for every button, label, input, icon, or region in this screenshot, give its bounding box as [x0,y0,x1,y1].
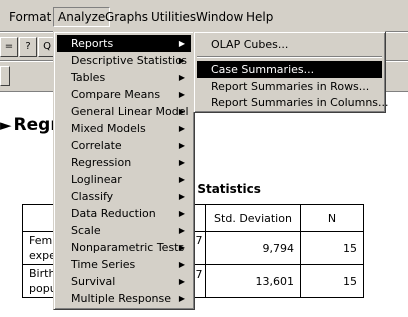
table-cell: 13,601 [205,264,301,298]
row-label-line: Fem [29,234,53,247]
menu-window[interactable]: Window [193,8,246,26]
submenu-arrow-icon: ▶ [178,294,185,303]
menu-item-mixed-models[interactable]: Mixed Models ▶ [57,120,191,137]
submenu-arrow-icon: ▶ [178,39,185,48]
menu-item-regression[interactable]: Regression ▶ [57,154,191,171]
menu-item-report-summaries-rows[interactable]: Report Summaries in Rows... [197,78,382,95]
submenu-arrow-icon: ▶ [178,107,185,116]
submenu-arrow-icon: ▶ [178,90,185,99]
toolbar-button-small[interactable] [0,66,10,86]
menu-item-label: Report Summaries in Rows... [211,80,370,93]
menu-item-data-reduction[interactable]: Data Reduction ▶ [57,205,191,222]
table-title: e Statistics [185,182,261,196]
submenu-arrow-icon: ▶ [178,56,185,65]
toolbar-button[interactable]: = [0,37,18,57]
menu-help[interactable]: Help [243,8,276,26]
menu-item-label: Survival [71,275,116,288]
submenu-arrow-icon: ▶ [178,209,185,218]
menu-item-label: General Linear Model [71,105,189,118]
submenu-arrow-icon: ▶ [178,73,185,82]
menu-item-label: Data Reduction [71,207,156,220]
submenu-arrow-icon: ▶ [178,141,185,150]
menu-item-label: Scale [71,224,101,237]
menu-item-label: Regression [71,156,132,169]
menu-item-label: Reports [71,37,114,50]
menu-item-label: Loglinear [71,173,122,186]
submenu-arrow-icon: ▶ [178,175,185,184]
menu-item-tables[interactable]: Tables ▶ [57,69,191,86]
menu-item-case-summaries[interactable]: Case Summaries... [197,61,382,78]
menu-item-label: Classify [71,190,114,203]
table-header-cell: N [300,204,364,232]
menu-item-survival[interactable]: Survival ▶ [57,273,191,290]
help-button[interactable]: ? [19,37,37,57]
menu-item-correlate[interactable]: Correlate ▶ [57,137,191,154]
menu-item-label: Nonparametric Tests [71,241,185,254]
submenu-arrow-icon: ▶ [178,243,185,252]
menu-bar: Format Analyze Graphs Utilities Window H… [0,0,408,32]
menu-item-loglinear[interactable]: Loglinear ▶ [57,171,191,188]
menu-item-label: Descriptive Statistics [71,54,188,67]
menu-item-label: Compare Means [71,88,161,101]
menu-item-general-linear-model[interactable]: General Linear Model ▶ [57,103,191,120]
heading-arrow-icon: ► [0,116,12,134]
menu-item-label: Multiple Response [71,292,172,305]
menu-graphs[interactable]: Graphs [102,8,151,26]
menu-item-label: Time Series [71,258,136,271]
find-glyph: Q [43,41,51,52]
analyze-menu: Reports ▶ Descriptive Statistics ▶ Tables ▶… [53,31,195,310]
menu-item-report-summaries-columns[interactable]: Report Summaries in Columns... [197,94,389,111]
menu-item-label: Correlate [71,139,122,152]
menu-item-time-series[interactable]: Time Series ▶ [57,256,191,273]
menu-item-label: OLAP Cubes... [211,38,289,51]
menu-separator [197,56,382,58]
menu-format[interactable]: Format [6,8,54,26]
row-label-line: Birth [29,267,56,280]
table-header-cell: Std. Deviation [205,204,301,232]
submenu-arrow-icon: ▶ [178,158,185,167]
menu-item-multiple-response[interactable]: Multiple Response ▶ [57,290,191,307]
menu-item-compare-means[interactable]: Compare Means ▶ [57,86,191,103]
menu-item-olap-cubes[interactable]: OLAP Cubes... [197,36,382,53]
submenu-arrow-icon: ▶ [178,277,185,286]
menu-item-reports[interactable]: Reports ▶ [57,35,191,52]
table-cell: 15 [300,264,364,298]
table-cell: 9,794 [205,231,301,265]
mean-fragment: 7 [195,267,203,281]
output-heading-text: Regr [13,115,59,135]
menu-item-scale[interactable]: Scale ▶ [57,222,191,239]
table-cell: 15 [300,231,364,265]
menu-utilities[interactable]: Utilities [148,8,199,26]
menu-item-label: Case Summaries... [211,63,315,76]
output-heading: ► Regr [0,115,59,135]
mean-fragment: 7 [195,233,203,247]
menu-item-classify[interactable]: Classify ▶ [57,188,191,205]
submenu-arrow-icon: ▶ [178,260,185,269]
submenu-arrow-icon: ▶ [178,124,185,133]
menu-item-descriptive-statistics[interactable]: Descriptive Statistics ▶ [57,52,191,69]
row-label-line: expe [29,249,56,262]
menu-item-label: Mixed Models [71,122,146,135]
submenu-arrow-icon: ▶ [178,226,185,235]
help-glyph: ? [25,41,31,52]
toolbar-glyph: = [4,41,14,52]
menu-item-nonparametric-tests[interactable]: Nonparametric Tests ▶ [57,239,191,256]
reports-submenu: OLAP Cubes... Case Summaries... Report S… [193,31,389,113]
menu-item-label: Report Summaries in Columns... [211,96,389,109]
menu-item-label: Tables [71,71,106,84]
submenu-arrow-icon: ▶ [178,192,185,201]
